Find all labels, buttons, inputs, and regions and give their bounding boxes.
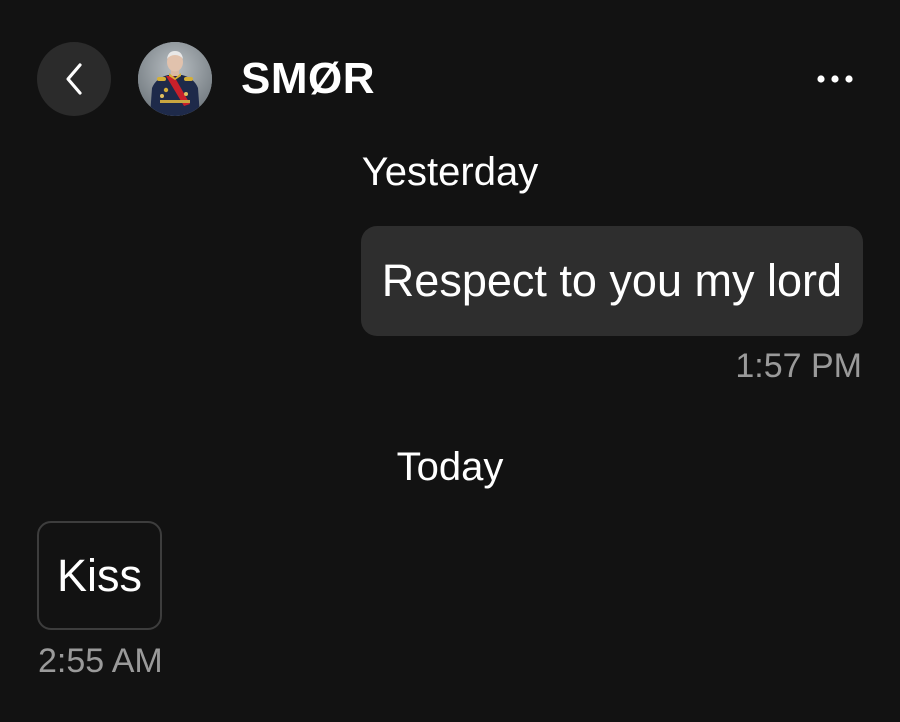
chevron-left-icon (66, 63, 82, 95)
more-options-button[interactable] (812, 62, 858, 96)
message-timestamp: 1:57 PM (735, 347, 862, 385)
contact-name[interactable]: SMØR (241, 55, 375, 103)
contact-photo (138, 42, 212, 116)
day-separator: Today (396, 445, 504, 489)
back-button[interactable] (37, 42, 111, 116)
day-separator: Yesterday (361, 150, 539, 194)
outgoing-message-bubble[interactable]: Respect to you my lord (360, 226, 863, 336)
message-timestamp: 2:55 AM (38, 642, 163, 680)
message-text: Kiss (57, 549, 143, 601)
avatar[interactable] (138, 42, 212, 116)
incoming-message-bubble[interactable]: Kiss (37, 521, 163, 630)
chat-header: SMØR (0, 0, 900, 150)
more-horizontal-icon (817, 75, 853, 83)
message-text: Respect to you my lord (381, 255, 842, 306)
